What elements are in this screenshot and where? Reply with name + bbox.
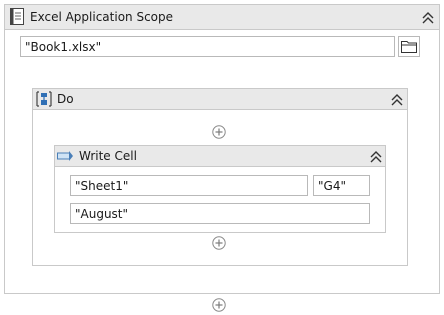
do-title: Do <box>57 92 74 106</box>
add-circle-icon <box>212 125 226 139</box>
folder-icon <box>401 40 417 56</box>
write-cell-title: Write Cell <box>79 149 137 163</box>
write-cell-header[interactable]: Write Cell <box>54 145 386 167</box>
double-chevron-up-icon[interactable] <box>369 150 383 164</box>
double-chevron-up-icon[interactable] <box>421 11 435 25</box>
write-cell-icon <box>57 150 73 165</box>
sequence-icon <box>36 91 52 110</box>
add-activity-button[interactable] <box>212 236 226 250</box>
add-activity-button[interactable] <box>212 298 226 312</box>
add-activity-button[interactable] <box>212 125 226 139</box>
double-chevron-up-icon[interactable] <box>390 93 404 107</box>
add-circle-icon <box>212 298 226 312</box>
cell-value-field[interactable] <box>70 203 370 224</box>
cell-range-field[interactable] <box>313 175 370 196</box>
sheet-name-field[interactable] <box>70 175 308 196</box>
excel-scope-icon <box>10 8 24 28</box>
do-sequence-header[interactable]: Do <box>32 88 408 110</box>
add-circle-icon <box>212 236 226 250</box>
browse-workbook-button[interactable] <box>398 36 420 57</box>
excel-application-scope-header[interactable]: Excel Application Scope <box>4 4 440 30</box>
workbook-path-field[interactable] <box>20 36 395 57</box>
scope-title: Excel Application Scope <box>30 10 174 24</box>
